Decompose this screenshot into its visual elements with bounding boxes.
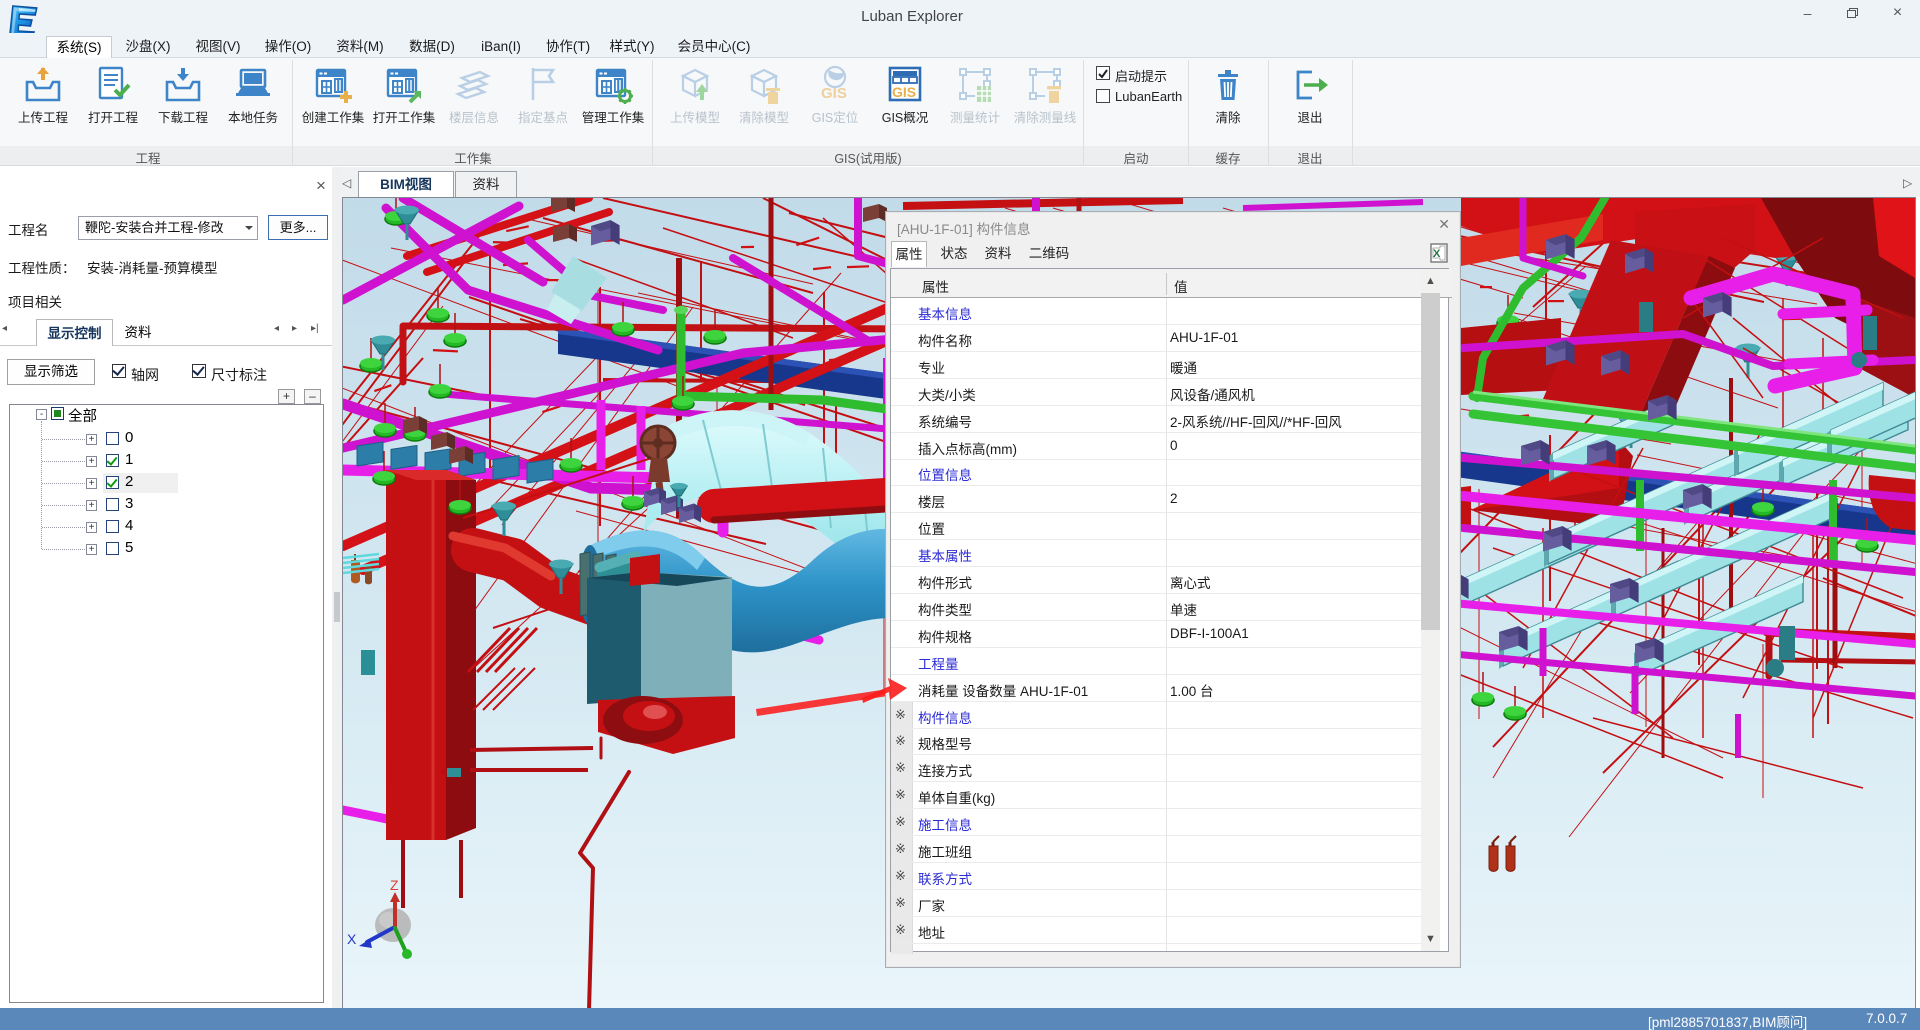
svg-text:Z: Z: [390, 877, 399, 893]
svg-text:X: X: [1433, 248, 1441, 260]
svg-text:GIS: GIS: [892, 84, 916, 100]
svg-text:X: X: [347, 931, 357, 947]
svg-text:GIS: GIS: [821, 85, 847, 102]
